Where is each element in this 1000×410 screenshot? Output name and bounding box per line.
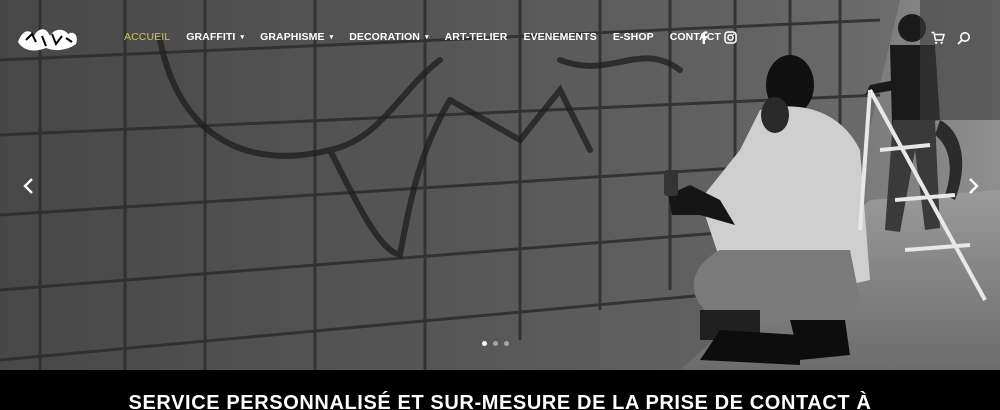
- nav-item-label: ACCUEIL: [124, 31, 171, 43]
- graffiti-logo[interactable]: [16, 24, 80, 54]
- slider-pagination: [482, 341, 509, 346]
- nav-item-label: GRAPHISME: [260, 31, 325, 43]
- slider-dot[interactable]: [482, 341, 487, 346]
- instagram-icon[interactable]: [723, 30, 737, 44]
- nav-item-label: DECORATION: [349, 31, 420, 43]
- nav-item-decoration[interactable]: DECORATION ▾: [349, 31, 428, 43]
- nav-item-e-shop[interactable]: E-SHOP: [613, 31, 654, 43]
- site-header: ACCUEIL GRAFFITI ▾ GRAPHISME ▾ DECORATIO…: [0, 0, 1000, 78]
- chevron-down-icon: ▾: [425, 34, 429, 41]
- nav-item-label: E-SHOP: [612, 31, 654, 43]
- nav-item-evenements[interactable]: EVENEMENTS: [523, 31, 596, 43]
- nav-item-label: EVENEMENTS: [523, 31, 597, 43]
- nav-item-label: CONTACT: [669, 31, 721, 43]
- hero-slider: ACCUEIL GRAFFITI ▾ GRAPHISME ▾ DECORATIO…: [0, 0, 1000, 370]
- prev-arrow-icon[interactable]: [22, 176, 36, 196]
- cart-icon[interactable]: [931, 31, 945, 45]
- next-arrow-icon[interactable]: [966, 176, 980, 196]
- nav-item-art-telier[interactable]: ART-TELIER: [445, 31, 508, 43]
- chevron-down-icon: ▾: [329, 34, 334, 41]
- nav-item-contact[interactable]: CONTACT: [670, 31, 721, 43]
- slider-dot[interactable]: [504, 341, 509, 346]
- banner-headline: SERVICE PERSONNALISÉ ET SUR-MESURE DE LA…: [128, 392, 872, 410]
- chevron-down-icon: ▾: [240, 34, 245, 41]
- nav-item-label: ART-TELIER: [444, 31, 508, 43]
- nav-item-label: GRAFFITI: [186, 31, 236, 43]
- nav-item-accueil[interactable]: ACCUEIL: [124, 31, 170, 43]
- main-nav: ACCUEIL GRAFFITI ▾ GRAPHISME ▾ DECORATIO…: [124, 31, 737, 43]
- nav-item-graffiti[interactable]: GRAFFITI ▾: [186, 31, 244, 43]
- nav-item-graphisme[interactable]: GRAPHISME ▾: [260, 31, 333, 43]
- slider-dot[interactable]: [493, 341, 498, 346]
- facebook-icon[interactable]: [697, 30, 711, 44]
- search-icon[interactable]: [957, 31, 971, 45]
